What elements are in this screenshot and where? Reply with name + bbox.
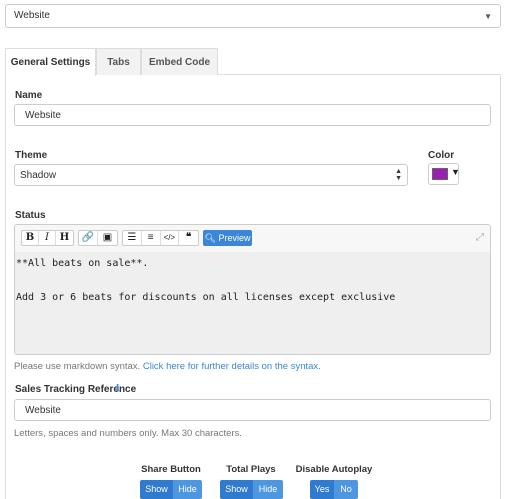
markdown-help-text: Please use markdown syntax. bbox=[14, 361, 141, 372]
bold-button[interactable]: B bbox=[22, 231, 39, 245]
code-icon[interactable]: </> bbox=[161, 231, 180, 245]
tab-embed-code[interactable]: Embed Code bbox=[141, 48, 218, 75]
name-label: Name bbox=[15, 90, 43, 101]
status-line-1: **All beats on sale**. bbox=[16, 258, 149, 269]
autoplay-yes-option[interactable]: Yes bbox=[310, 480, 334, 499]
image-icon[interactable]: ▣ bbox=[98, 231, 117, 245]
player-select[interactable]: Website ▼ bbox=[5, 4, 501, 28]
share-show-option[interactable]: Show bbox=[140, 480, 173, 499]
color-picker-button[interactable]: ▼ bbox=[428, 163, 460, 185]
theme-select-value: Shadow bbox=[20, 170, 57, 181]
status-label: Status bbox=[15, 210, 46, 221]
preview-button[interactable]: 🔍︎ Preview bbox=[203, 230, 252, 246]
numbered-list-icon[interactable]: ≡ bbox=[142, 231, 161, 245]
insert-group: 🔗 ▣ bbox=[78, 230, 118, 246]
tab-tabs[interactable]: Tabs bbox=[96, 48, 141, 75]
link-icon[interactable]: 🔗 bbox=[79, 231, 98, 245]
status-line-2: Add 3 or 6 beats for discounts on all li… bbox=[16, 292, 396, 303]
share-button-toggle: Show Hide bbox=[140, 480, 202, 499]
disable-autoplay-toggle: Yes No bbox=[310, 480, 358, 499]
theme-select[interactable]: Shadow ▲ ▼ bbox=[14, 164, 408, 186]
heading-button[interactable]: H bbox=[56, 231, 73, 245]
chevron-down-icon: ▼ bbox=[484, 12, 492, 21]
status-textarea[interactable]: **All beats on sale**. Add 3 or 6 beats f… bbox=[15, 252, 490, 354]
markdown-help: Please use markdown syntax. Click here f… bbox=[14, 361, 321, 372]
editor-toolbar: B I H 🔗 ▣ ☰ ≡ </> ❝ 🔍︎ Preview ⤢ bbox=[15, 225, 490, 252]
block-group: ☰ ≡ </> ❝ bbox=[122, 230, 199, 246]
expand-icon[interactable]: ⤢ bbox=[476, 232, 484, 243]
preview-button-label: Preview bbox=[218, 233, 251, 243]
quote-icon[interactable]: ❝ bbox=[179, 231, 198, 245]
color-label: Color bbox=[428, 150, 455, 161]
player-select-value: Website bbox=[14, 10, 50, 21]
color-swatch bbox=[432, 168, 448, 180]
total-plays-toggle: Show Hide bbox=[220, 480, 283, 499]
bullet-list-icon[interactable]: ☰ bbox=[123, 231, 142, 245]
updown-arrows-icon: ▲ ▼ bbox=[395, 168, 402, 182]
disable-autoplay-label: Disable Autoplay bbox=[295, 464, 373, 475]
theme-label: Theme bbox=[15, 150, 48, 161]
status-editor: B I H 🔗 ▣ ☰ ≡ </> ❝ 🔍︎ Preview ⤢ **All b… bbox=[14, 224, 491, 355]
name-input[interactable]: Website bbox=[14, 104, 491, 126]
plays-hide-option[interactable]: Hide bbox=[253, 480, 283, 499]
italic-button[interactable]: I bbox=[39, 231, 56, 245]
markdown-help-link[interactable]: Click here for further details on the sy… bbox=[143, 361, 321, 372]
tracking-help: Letters, spaces and numbers only. Max 30… bbox=[14, 428, 242, 439]
share-hide-option[interactable]: Hide bbox=[173, 480, 202, 499]
settings-tabs: General Settings Tabs Embed Code bbox=[5, 48, 501, 76]
format-group: B I H bbox=[21, 230, 74, 246]
caret-down-icon: ▼ bbox=[451, 167, 460, 177]
tab-general-settings[interactable]: General Settings bbox=[5, 48, 96, 76]
search-icon: 🔍︎ bbox=[204, 233, 216, 243]
autoplay-no-option[interactable]: No bbox=[334, 480, 358, 499]
tracking-input[interactable]: Website bbox=[14, 399, 491, 421]
share-button-label: Share Button bbox=[141, 464, 201, 475]
total-plays-label: Total Plays bbox=[226, 464, 276, 475]
info-icon[interactable]: ℹ bbox=[116, 383, 119, 394]
plays-show-option[interactable]: Show bbox=[220, 480, 253, 499]
